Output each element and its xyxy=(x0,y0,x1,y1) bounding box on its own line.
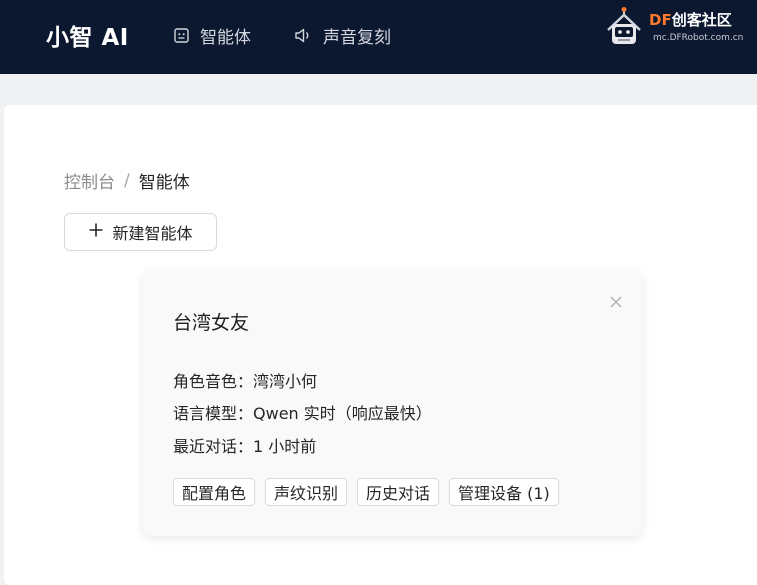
nav-item-voice-clone[interactable]: 声音复刻 xyxy=(294,22,391,48)
voice-label: 角色音色： xyxy=(173,372,254,391)
recent-value: 1 小时前 xyxy=(253,437,317,456)
agent-actions: 配置角色 声纹识别 历史对话 管理设备 (1) xyxy=(173,478,559,506)
manage-devices-button[interactable]: 管理设备 (1) xyxy=(449,478,559,506)
model-label: 语言模型： xyxy=(173,404,254,423)
configure-role-button[interactable]: 配置角色 xyxy=(173,478,256,506)
agent-recent-row: 最近对话：1 小时前 xyxy=(173,433,316,457)
top-navbar: 小智 AI 智能体 声音复刻 DF创客社区 mc.DFRobot.com.cn xyxy=(0,0,757,74)
nav-item-label: 声音复刻 xyxy=(323,27,391,48)
agent-card: 台湾女友 角色音色：湾湾小何 语言模型：Qwen 实时（响应最快） 最近对话：1… xyxy=(143,271,642,536)
nav-item-label: 智能体 xyxy=(200,27,251,48)
recent-label: 最近对话： xyxy=(173,437,254,456)
breadcrumb-current: 智能体 xyxy=(138,173,190,193)
agent-icon xyxy=(173,27,190,44)
voiceprint-button[interactable]: 声纹识别 xyxy=(265,478,348,506)
agent-model-row: 语言模型：Qwen 实时（响应最快） xyxy=(173,400,432,424)
plus-icon xyxy=(88,222,104,242)
dfrobot-logo[interactable]: DF创客社区 mc.DFRobot.com.cn xyxy=(603,6,753,50)
breadcrumb: 控制台 / 智能体 xyxy=(64,168,190,194)
speaker-icon xyxy=(294,27,313,44)
new-agent-button[interactable]: 新建智能体 xyxy=(64,213,217,251)
agent-voice-row: 角色音色：湾湾小何 xyxy=(173,368,317,392)
nav-item-agents[interactable]: 智能体 xyxy=(173,22,251,48)
voice-value: 湾湾小何 xyxy=(253,372,318,391)
model-value: Qwen 实时（响应最快） xyxy=(253,404,432,423)
breadcrumb-console[interactable]: 控制台 xyxy=(64,168,115,193)
history-button[interactable]: 历史对话 xyxy=(357,478,440,506)
app-brand[interactable]: 小智 AI xyxy=(46,18,129,52)
robot-icon xyxy=(607,7,641,44)
partner-subtitle: mc.DFRobot.com.cn xyxy=(653,33,744,43)
agent-name: 台湾女友 xyxy=(173,312,250,334)
close-icon[interactable] xyxy=(608,294,624,310)
breadcrumb-separator: / xyxy=(124,170,130,191)
new-agent-label: 新建智能体 xyxy=(112,224,193,243)
partner-title: DF创客社区 xyxy=(649,11,732,29)
